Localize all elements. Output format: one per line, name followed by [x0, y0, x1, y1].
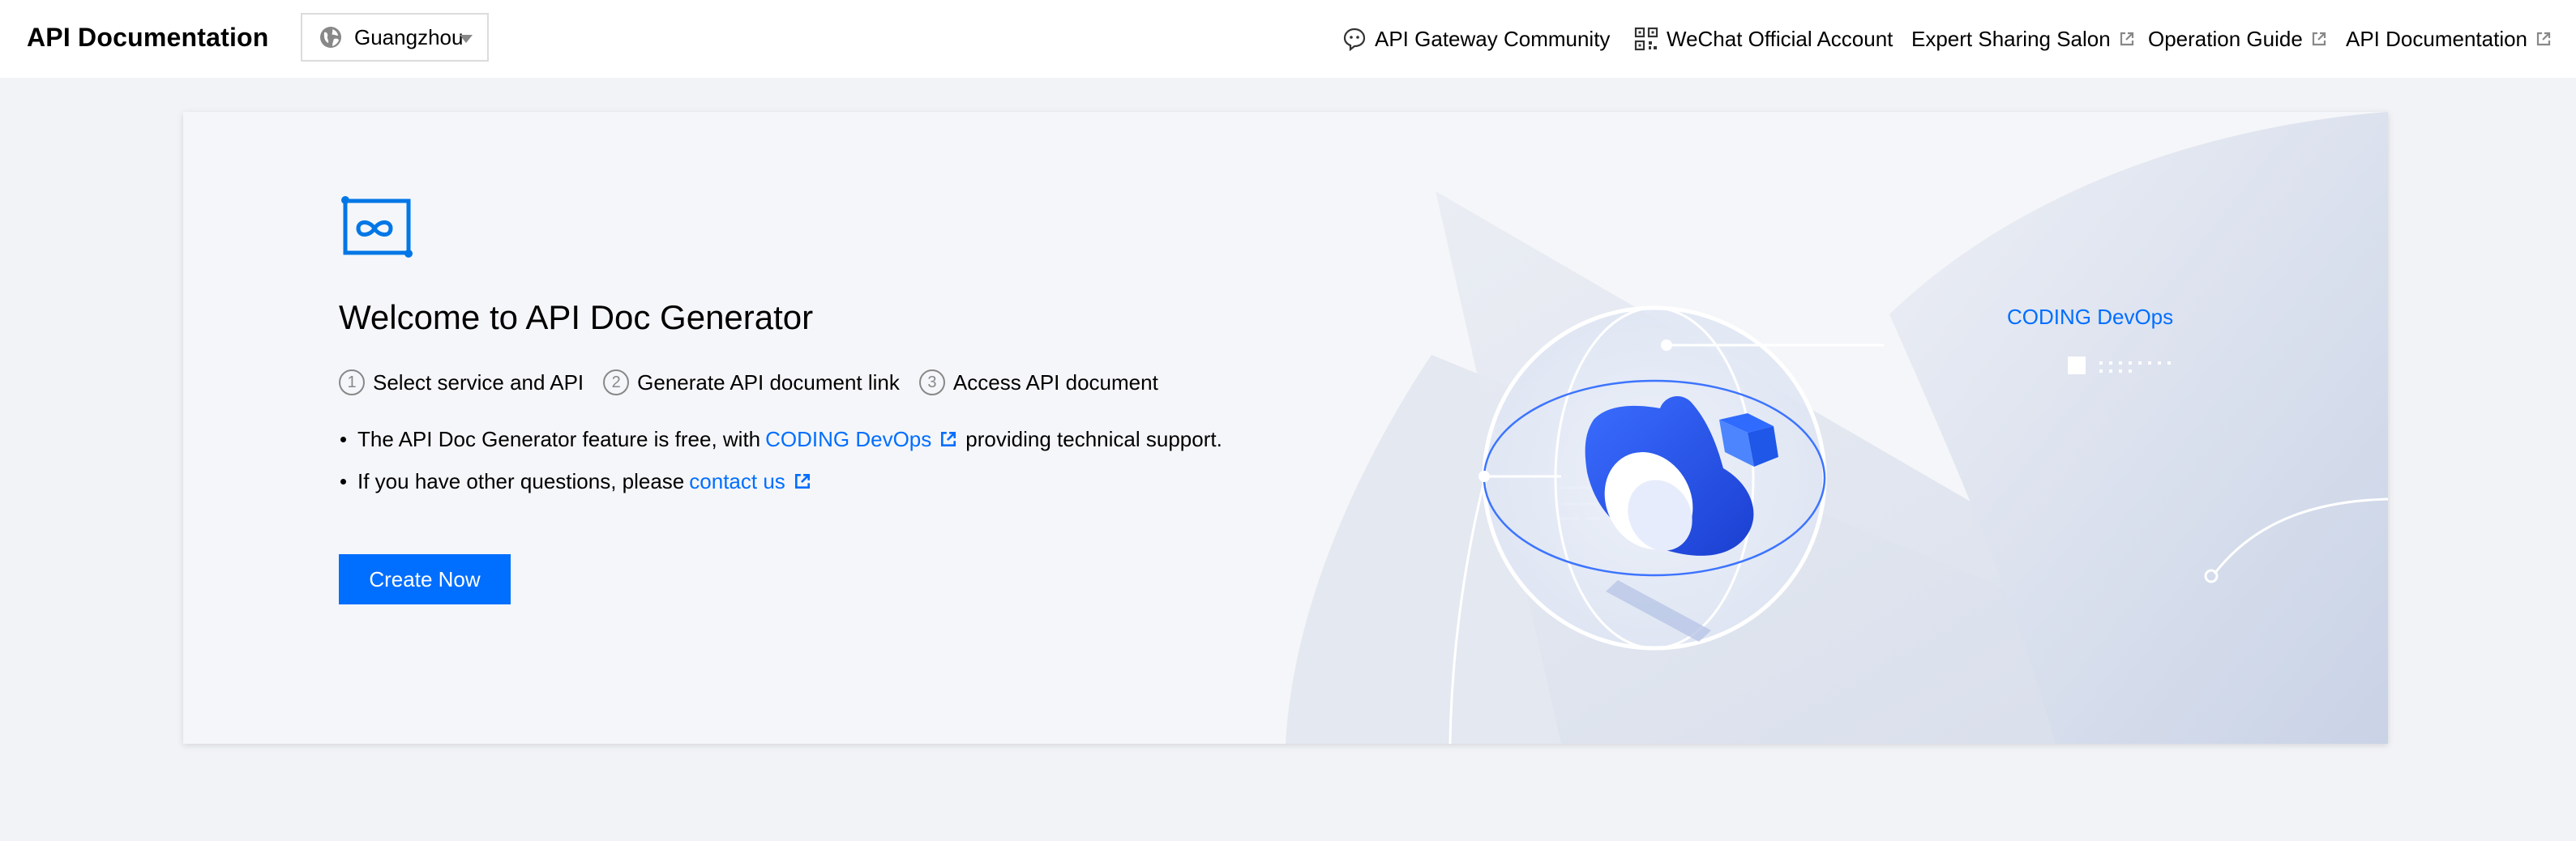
coding-devops-link[interactable]: CODING DevOps [765, 427, 957, 452]
globe-icon [320, 27, 341, 48]
nav-link-expert-sharing-salon[interactable]: Expert Sharing Salon [1911, 24, 2135, 53]
nav-link-api-documentation[interactable]: API Documentation [2346, 24, 2552, 53]
external-link-icon [2312, 32, 2326, 46]
chevron-down-icon [460, 35, 473, 43]
nav-link-label: WeChat Official Account [1667, 26, 1893, 51]
external-link-icon [2536, 32, 2551, 46]
nav-link-operation-guide[interactable]: Operation Guide [2148, 24, 2327, 53]
nav-link-label: Expert Sharing Salon [1911, 26, 2111, 51]
illustration-label: CODING DevOps [2007, 305, 2174, 329]
steps-list: 1 Select service and API 2 Generate API … [339, 369, 1178, 395]
contact-us-link[interactable]: contact us [689, 469, 811, 494]
link-label: CODING DevOps [765, 426, 932, 451]
step-item: 1 Select service and API [339, 369, 584, 395]
bullet-dot [340, 436, 346, 442]
step-number: 2 [603, 369, 630, 395]
api-doc-logo-icon [341, 196, 413, 258]
external-link-icon [2120, 32, 2133, 46]
external-link-icon [794, 473, 810, 489]
region-select-value: Guangzhou [354, 24, 464, 49]
nav-link-api-gateway-community[interactable]: API Gateway Community [1342, 24, 1610, 53]
info-item: The API Doc Generator feature is free, w… [339, 425, 1222, 454]
info-item: If you have other questions, please cont… [339, 467, 1222, 496]
link-label: contact us [689, 468, 785, 493]
top-bar: API Documentation Guangzhou API Gateway … [0, 0, 2576, 78]
step-item: 3 Access API document [918, 369, 1158, 395]
nav-link-label: API Documentation [2346, 26, 2528, 51]
step-label: Select service and API [373, 369, 584, 395]
step-label: Access API document [952, 369, 1158, 395]
info-list: The API Doc Generator feature is free, w… [339, 425, 1222, 509]
bullet-dot [340, 478, 346, 485]
nav-link-label: Operation Guide [2148, 26, 2303, 51]
step-label: Generate API document link [637, 369, 900, 395]
step-item: 2 Generate API document link [603, 369, 900, 395]
welcome-title: Welcome to API Doc Generator [339, 298, 814, 336]
info-text: If you have other questions, please [357, 468, 685, 493]
info-text: The API Doc Generator feature is free, w… [357, 426, 761, 451]
create-now-button[interactable]: Create Now [339, 554, 511, 604]
info-text: providing technical support. [965, 426, 1222, 451]
qr-code-icon [1634, 27, 1658, 51]
welcome-card: Welcome to API Doc Generator 1 Select se… [183, 112, 2388, 744]
region-select[interactable]: Guangzhou [301, 13, 489, 62]
step-number: 3 [918, 369, 945, 395]
external-link-icon [941, 431, 956, 447]
chat-bubble-icon [1343, 28, 1366, 51]
step-number: 1 [339, 369, 365, 395]
nav-link-wechat-official-account[interactable]: WeChat Official Account [1634, 24, 1893, 53]
nav-link-label: API Gateway Community [1375, 26, 1611, 51]
app-title: API Documentation [27, 23, 269, 52]
